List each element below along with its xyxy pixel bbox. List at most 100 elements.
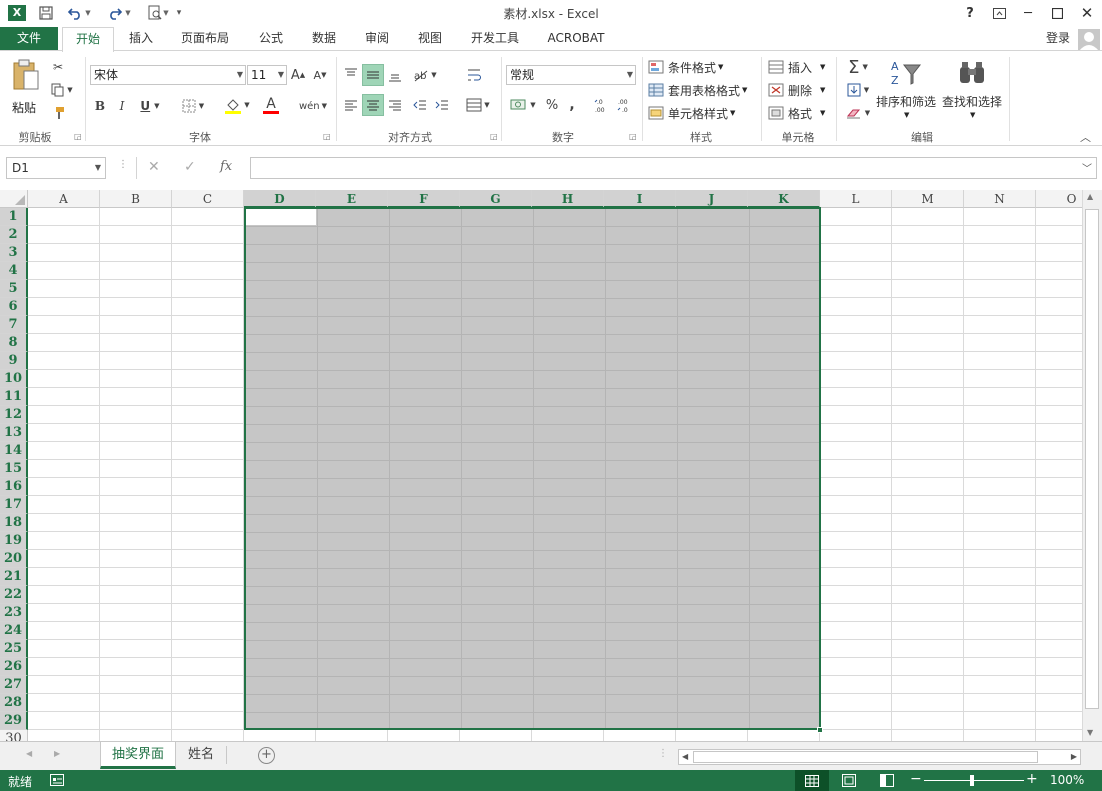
- scroll-up-icon[interactable]: ▲: [1087, 192, 1093, 201]
- row-header-21[interactable]: 21: [0, 568, 28, 586]
- grow-font-button[interactable]: A ▲: [290, 65, 306, 85]
- sheet-tab-names[interactable]: 姓名: [177, 742, 225, 769]
- tab-formulas[interactable]: 公式: [250, 27, 292, 51]
- tab-insert[interactable]: 插入: [120, 27, 162, 51]
- row-header-8[interactable]: 8: [0, 334, 28, 352]
- tab-file[interactable]: 文件: [0, 27, 58, 51]
- column-header-i[interactable]: I: [604, 190, 676, 208]
- font-name-combo[interactable]: 宋体 ▼: [90, 65, 246, 85]
- macro-icon[interactable]: [50, 774, 64, 786]
- row-header-11[interactable]: 11: [0, 388, 28, 406]
- font-launcher-icon[interactable]: ◲: [323, 133, 331, 141]
- row-header-19[interactable]: 19: [0, 532, 28, 550]
- row-header-1[interactable]: 1: [0, 208, 28, 226]
- italic-button[interactable]: I: [114, 96, 130, 116]
- name-box[interactable]: D1 ▼: [6, 157, 106, 179]
- column-header-j[interactable]: J: [676, 190, 748, 208]
- format-as-table-button[interactable]: 套用表格格式 ▼: [648, 81, 752, 99]
- normal-view-icon[interactable]: [795, 770, 829, 791]
- align-middle-icon[interactable]: [362, 64, 384, 86]
- tab-developer[interactable]: 开发工具: [462, 27, 528, 51]
- login-link[interactable]: 登录: [1040, 27, 1076, 51]
- maximize-icon[interactable]: [1046, 3, 1068, 23]
- row-header-29[interactable]: 29: [0, 712, 28, 730]
- row-header-28[interactable]: 28: [0, 694, 28, 712]
- row-header-6[interactable]: 6: [0, 298, 28, 316]
- row-header-18[interactable]: 18: [0, 514, 28, 532]
- tab-view[interactable]: 视图: [409, 27, 451, 51]
- close-icon[interactable]: ✕: [1076, 3, 1098, 23]
- row-header-3[interactable]: 3: [0, 244, 28, 262]
- cut-icon[interactable]: ✂: [48, 57, 68, 77]
- column-header-d[interactable]: D: [244, 190, 316, 208]
- selection-range[interactable]: [244, 207, 821, 730]
- zoom-level[interactable]: 100%: [1050, 773, 1084, 787]
- row-header-17[interactable]: 17: [0, 496, 28, 514]
- align-right-icon[interactable]: [385, 94, 405, 116]
- decrease-indent-icon[interactable]: [410, 94, 430, 116]
- cancel-icon[interactable]: ✕: [148, 159, 160, 175]
- merge-icon[interactable]: ▼: [462, 94, 494, 116]
- copy-icon[interactable]: ▼: [48, 80, 76, 100]
- row-header-12[interactable]: 12: [0, 406, 28, 424]
- zoom-slider-thumb[interactable]: [970, 775, 974, 786]
- increase-decimal-icon[interactable]: .0.00: [592, 94, 614, 116]
- column-header-m[interactable]: M: [892, 190, 964, 208]
- column-header-e[interactable]: E: [316, 190, 388, 208]
- tab-review[interactable]: 审阅: [356, 27, 398, 51]
- row-header-22[interactable]: 22: [0, 586, 28, 604]
- conditional-format-button[interactable]: 条件格式 ▼: [648, 58, 730, 76]
- underline-button[interactable]: U ▼: [136, 96, 164, 116]
- row-header-4[interactable]: 4: [0, 262, 28, 280]
- sheet-prev-icon[interactable]: ◀: [26, 749, 32, 758]
- fill-color-icon[interactable]: ▼: [220, 94, 254, 116]
- minimize-icon[interactable]: ─: [1017, 3, 1039, 23]
- row-header-5[interactable]: 5: [0, 280, 28, 298]
- zoom-slider[interactable]: [924, 780, 1024, 781]
- tab-data[interactable]: 数据: [303, 27, 345, 51]
- clipboard-launcher-icon[interactable]: ◲: [74, 133, 82, 141]
- decrease-decimal-icon[interactable]: .00.0: [615, 94, 637, 116]
- phonetic-button[interactable]: wén ▼: [298, 95, 328, 117]
- user-icon[interactable]: [1078, 29, 1100, 51]
- delete-cells-button[interactable]: 删除 ▼: [768, 81, 830, 99]
- formula-input[interactable]: ﹀: [250, 157, 1097, 179]
- bold-button[interactable]: B: [92, 96, 108, 116]
- ribbon-display-icon[interactable]: [988, 3, 1010, 23]
- row-header-2[interactable]: 2: [0, 226, 28, 244]
- number-format-combo[interactable]: 常规 ▼: [506, 65, 636, 85]
- row-header-14[interactable]: 14: [0, 442, 28, 460]
- clear-icon[interactable]: ▼: [842, 103, 874, 123]
- tab-acrobat[interactable]: ACROBAT: [540, 27, 612, 51]
- orientation-icon[interactable]: ab▼: [410, 64, 440, 86]
- insert-cells-button[interactable]: 插入 ▼: [768, 58, 830, 76]
- scroll-right-icon[interactable]: ▶: [1071, 752, 1077, 761]
- fill-icon[interactable]: ▼: [842, 80, 874, 100]
- shrink-font-button[interactable]: A ▼: [312, 65, 328, 85]
- column-header-o[interactable]: O: [1036, 190, 1082, 208]
- fill-handle[interactable]: [817, 727, 823, 733]
- sum-icon[interactable]: Σ ▼: [842, 57, 874, 78]
- column-header-f[interactable]: F: [388, 190, 460, 208]
- increase-indent-icon[interactable]: [432, 94, 452, 116]
- insert-function-icon[interactable]: fx: [220, 159, 232, 174]
- zoom-out-icon[interactable]: −: [910, 771, 922, 787]
- comma-button[interactable]: ,: [564, 94, 580, 116]
- formula-bar-grip-icon[interactable]: ⋮: [118, 159, 128, 170]
- column-header-g[interactable]: G: [460, 190, 532, 208]
- row-header-16[interactable]: 16: [0, 478, 28, 496]
- column-header-c[interactable]: C: [172, 190, 244, 208]
- scroll-down-icon[interactable]: ▼: [1087, 728, 1093, 737]
- tab-split-grip-icon[interactable]: ⋮: [658, 748, 668, 759]
- tab-page-layout[interactable]: 页面布局: [174, 27, 236, 51]
- column-header-n[interactable]: N: [964, 190, 1036, 208]
- add-sheet-icon[interactable]: +: [258, 747, 275, 764]
- scroll-left-icon[interactable]: ◀: [682, 752, 688, 761]
- align-center-icon[interactable]: [362, 94, 384, 116]
- column-header-k[interactable]: K: [748, 190, 820, 208]
- tab-home[interactable]: 开始: [62, 27, 114, 52]
- format-cells-button[interactable]: 格式 ▼: [768, 104, 830, 122]
- cell-styles-button[interactable]: 单元格样式 ▼: [648, 104, 740, 122]
- row-header-9[interactable]: 9: [0, 352, 28, 370]
- find-select-button[interactable]: 查找和选择 ▼: [942, 57, 1004, 125]
